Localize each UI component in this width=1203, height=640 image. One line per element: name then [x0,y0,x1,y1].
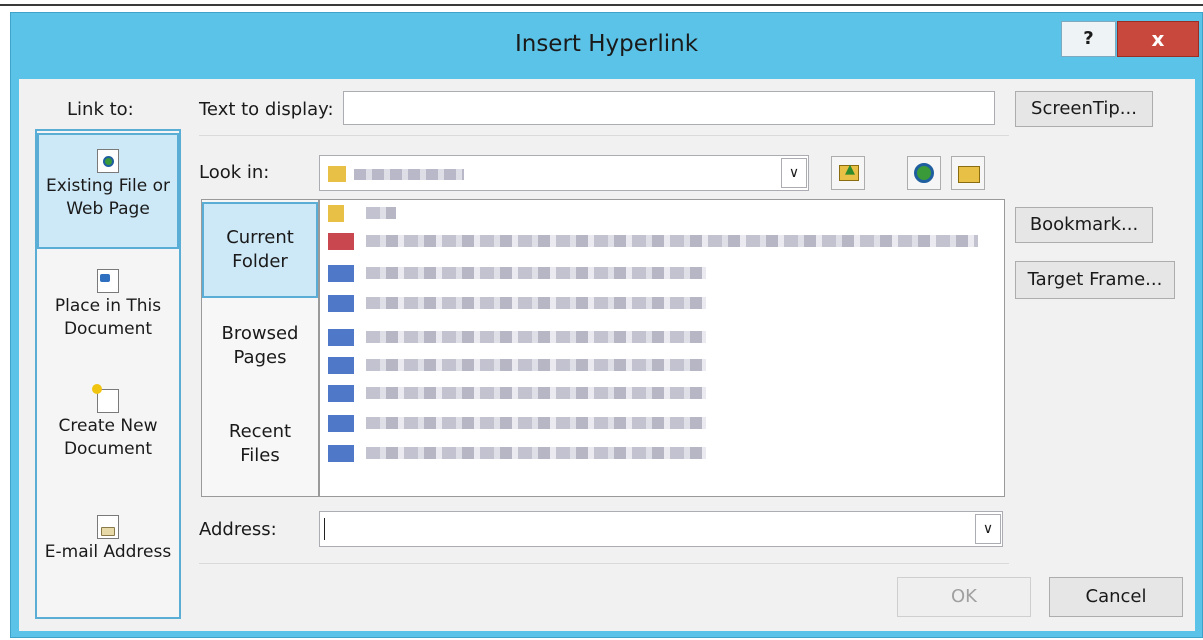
link-to-place-in-document[interactable]: Place in This Document [37,269,179,369]
file-list-item[interactable] [326,202,986,224]
open-folder-icon [958,166,980,183]
screentip-button[interactable]: ScreenTip... [1015,91,1153,127]
title-bar[interactable]: Insert Hyperlink ? x [11,13,1202,79]
address-label: Address: [199,519,277,540]
chevron-down-icon[interactable]: ∨ [781,158,807,188]
up-arrow-icon: ▲ [845,162,855,177]
text-to-display-label: Text to display: [199,99,334,120]
place-in-document-label-line2: Document [63,319,153,339]
create-new-label-line1: Create New [58,416,158,436]
recent-files-line1: Recent [228,421,292,442]
browse-web-button[interactable] [907,156,941,190]
file-name-redacted [366,447,706,459]
link-to-email-address[interactable]: E-mail Address [37,515,179,595]
existing-file-label-line2: Web Page [66,199,150,219]
folder-icon [328,205,344,222]
word-file-icon [328,265,354,282]
word-file-icon [328,445,354,462]
target-frame-button[interactable]: Target Frame... [1015,261,1175,299]
browse-tabs: Current Folder Browsed Pages Recent File… [201,199,319,497]
existing-file-icon [97,149,119,173]
file-name-redacted [366,267,706,279]
file-list-item[interactable] [326,354,986,376]
file-list-item[interactable] [326,382,986,404]
tab-current-folder[interactable]: Current Folder [202,202,318,298]
separator [199,563,1009,564]
tab-recent-files[interactable]: Recent Files [202,408,318,488]
email-address-label: E-mail Address [44,542,172,562]
place-in-document-label-line1: Place in This [54,296,162,316]
browsed-pages-line1: Browsed [221,323,299,344]
look-in-label: Look in: [199,162,270,183]
link-to-create-new-document[interactable]: Create New Document [37,384,179,489]
address-combo[interactable]: ∨ [319,511,1003,547]
chevron-down-icon[interactable]: ∨ [975,514,1001,544]
file-name-redacted [366,331,706,343]
recent-files-line2: Files [240,445,280,466]
close-button[interactable]: x [1117,21,1199,57]
existing-file-label-line1: Existing File or [46,176,170,196]
current-folder-line1: Current [226,227,294,248]
top-border-rule [0,4,1203,6]
bookmark-button[interactable]: Bookmark... [1015,207,1153,243]
word-file-icon [328,357,354,374]
file-list-item[interactable] [326,326,986,348]
look-in-combo[interactable]: ∨ [319,155,809,191]
new-document-icon [92,384,119,413]
text-cursor [324,518,325,540]
tab-browsed-pages[interactable]: Browsed Pages [202,310,318,390]
up-one-folder-button[interactable]: ▲ [831,156,865,190]
link-to-label: Link to: [67,99,134,120]
browsed-pages-line2: Pages [233,347,287,368]
current-folder-line2: Folder [232,251,288,272]
globe-search-icon [914,163,934,183]
insert-hyperlink-dialog: Insert Hyperlink ? x Link to: Existing F… [10,12,1203,638]
file-name-redacted [366,297,706,309]
browse-file-button[interactable] [951,156,985,190]
email-icon [97,515,119,539]
link-to-existing-file[interactable]: Existing File or Web Page [37,133,179,249]
dialog-title: Insert Hyperlink [514,31,699,57]
word-file-icon [328,329,354,346]
file-list-item[interactable] [326,292,986,314]
link-to-panel: Existing File or Web Page Place in This … [35,129,181,619]
cancel-button[interactable]: Cancel [1049,577,1183,617]
ok-button[interactable]: OK [897,577,1031,617]
help-button[interactable]: ? [1061,21,1116,57]
file-list-item[interactable] [326,262,986,284]
file-name-redacted [366,235,978,247]
file-list[interactable] [319,199,1005,497]
dialog-body: Link to: Existing File or Web Page Place… [19,79,1195,631]
text-to-display-input[interactable] [343,91,995,125]
word-file-icon [328,295,354,312]
file-name-redacted [366,207,396,219]
look-in-value [354,169,464,180]
separator [199,135,1009,136]
file-list-item[interactable] [326,442,986,464]
place-in-document-icon [97,269,119,293]
word-file-icon [328,385,354,402]
folder-icon [328,166,346,182]
file-name-redacted [366,417,706,429]
file-list-item[interactable] [326,412,986,434]
pdf-file-icon [328,233,354,250]
file-name-redacted [366,359,706,371]
create-new-label-line2: Document [63,439,153,459]
word-file-icon [328,415,354,432]
file-name-redacted [366,387,706,399]
file-list-item[interactable] [326,230,986,252]
